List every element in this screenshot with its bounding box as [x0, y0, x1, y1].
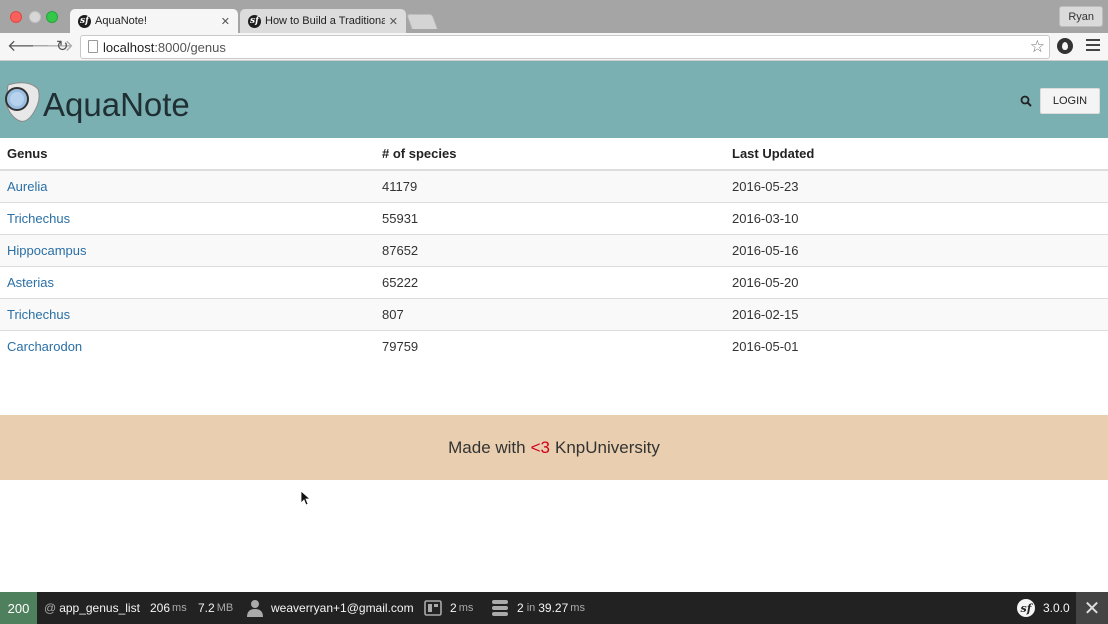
- genus-link[interactable]: Trichechus: [7, 307, 70, 322]
- tab-title: AquaNote!: [95, 15, 147, 27]
- site-header: AquaNote LOGIN: [0, 61, 1108, 138]
- db-unit: ms: [570, 602, 585, 614]
- table-header-row: Genus # of species Last Updated: [0, 138, 1108, 171]
- memory-unit: MB: [216, 602, 234, 614]
- tab-aquanote[interactable]: sf AquaNote! ✕: [70, 9, 238, 33]
- twig-unit: ms: [458, 602, 474, 614]
- species-cell: 65222: [375, 265, 725, 298]
- symfony-logo-icon: sf: [1017, 599, 1035, 617]
- genus-link[interactable]: Aurelia: [7, 179, 47, 194]
- memory-item[interactable]: 7.2 MB: [198, 592, 233, 624]
- bookmark-star-icon[interactable]: ☆: [1030, 37, 1045, 57]
- db-time: 39.27: [538, 601, 569, 615]
- user-item[interactable]: weaverryan+1@gmail.com: [247, 592, 414, 624]
- genus-link[interactable]: Asterias: [7, 275, 54, 290]
- twig-value: 2: [450, 601, 457, 615]
- route-prefix: @: [44, 601, 57, 615]
- extension-icon[interactable]: [1057, 38, 1073, 54]
- table-row: Trichechus 807 2016-02-15: [0, 297, 1108, 330]
- time-value: 206: [150, 601, 171, 615]
- updated-cell: 2016-02-15: [725, 297, 1108, 330]
- species-cell: 807: [375, 297, 725, 330]
- updated-cell: 2016-05-01: [725, 329, 1108, 362]
- tab-how-to-build[interactable]: sf How to Build a Traditional L ✕: [240, 9, 406, 33]
- browser-tab-bar: sf AquaNote! ✕ sf How to Build a Traditi…: [0, 0, 1108, 33]
- species-cell: 87652: [375, 233, 725, 266]
- genus-link[interactable]: Carcharodon: [7, 339, 82, 354]
- footer-heart: <3: [530, 437, 550, 457]
- twig-template-icon: [424, 600, 442, 616]
- reload-icon[interactable]: ↻: [56, 37, 69, 57]
- site-footer: Made with <3 KnpUniversity: [0, 415, 1108, 480]
- table-row: Aurelia 41179 2016-05-23: [0, 169, 1108, 202]
- symfony-favicon-icon: sf: [78, 14, 91, 28]
- address-bar[interactable]: localhost:8000/genus ☆: [80, 35, 1050, 59]
- route-name: app_genus_list: [59, 601, 140, 615]
- debug-toolbar: 200 @ app_genus_list 206 ms 7.2 MB weave…: [0, 592, 1108, 624]
- profile-button[interactable]: Ryan: [1059, 6, 1103, 27]
- table-row: Hippocampus 87652 2016-05-16: [0, 233, 1108, 266]
- column-header-genus: Genus: [0, 138, 375, 171]
- genus-cell: Trichechus: [0, 297, 375, 330]
- browser-toolbar: 🡐 🡒 ↻ localhost:8000/genus ☆: [0, 33, 1108, 61]
- table-row: Carcharodon 79759 2016-05-01: [0, 329, 1108, 362]
- user-email: weaverryan+1@gmail.com: [271, 601, 414, 615]
- symfony-version: 3.0.0: [1043, 601, 1070, 615]
- genus-cell: Carcharodon: [0, 329, 375, 362]
- close-toolbar-button[interactable]: ✕: [1076, 592, 1108, 624]
- species-cell: 79759: [375, 329, 725, 362]
- symfony-favicon-icon: sf: [248, 14, 261, 28]
- close-window-button[interactable]: [10, 11, 22, 23]
- browser-menu-icon[interactable]: [1086, 39, 1100, 53]
- aquanote-logo-icon: [5, 82, 40, 122]
- db-in: in: [526, 602, 536, 614]
- memory-value: 7.2: [198, 601, 215, 615]
- species-cell: 55931: [375, 201, 725, 234]
- db-count: 2: [517, 601, 524, 615]
- url-text[interactable]: localhost:8000/genus: [103, 40, 226, 55]
- status-code-badge[interactable]: 200: [0, 592, 37, 624]
- genus-link[interactable]: Hippocampus: [7, 243, 87, 258]
- search-icon[interactable]: [1020, 95, 1032, 107]
- database-item[interactable]: 2 in 39.27 ms: [491, 592, 585, 624]
- genus-cell: Aurelia: [0, 169, 375, 202]
- footer-company: KnpUniversity: [555, 437, 660, 457]
- time-unit: ms: [172, 602, 187, 614]
- mouse-cursor-icon: [300, 490, 310, 506]
- updated-cell: 2016-05-23: [725, 169, 1108, 202]
- genus-cell: Trichechus: [0, 201, 375, 234]
- twig-item[interactable]: 2 ms: [424, 592, 473, 624]
- new-tab-button[interactable]: [406, 14, 438, 29]
- footer-made-with: Made with: [448, 437, 526, 457]
- column-header-species: # of species: [375, 138, 725, 171]
- tab-close-icon[interactable]: ✕: [389, 15, 398, 28]
- page-icon: [88, 40, 98, 53]
- genus-cell: Hippocampus: [0, 233, 375, 266]
- time-item[interactable]: 206 ms: [150, 592, 187, 624]
- species-cell: 41179: [375, 169, 725, 202]
- login-button[interactable]: LOGIN: [1040, 88, 1100, 114]
- genus-table: Genus # of species Last Updated Aurelia …: [0, 138, 1108, 362]
- tab-close-icon[interactable]: ✕: [221, 15, 230, 28]
- genus-cell: Asterias: [0, 265, 375, 298]
- maximize-window-button[interactable]: [46, 11, 58, 23]
- user-icon: [247, 600, 263, 617]
- brand-title[interactable]: AquaNote: [43, 86, 190, 124]
- route-item[interactable]: @ app_genus_list: [44, 592, 140, 624]
- database-icon: [492, 600, 508, 616]
- table-row: Asterias 65222 2016-05-20: [0, 265, 1108, 298]
- symfony-version-item[interactable]: sf 3.0.0: [1017, 592, 1070, 624]
- updated-cell: 2016-05-20: [725, 265, 1108, 298]
- tab-title: How to Build a Traditional L: [265, 15, 385, 27]
- minimize-window-button[interactable]: [29, 11, 41, 23]
- genus-link[interactable]: Trichechus: [7, 211, 70, 226]
- updated-cell: 2016-03-10: [725, 201, 1108, 234]
- updated-cell: 2016-05-16: [725, 233, 1108, 266]
- column-header-last-updated: Last Updated: [725, 138, 1108, 171]
- table-row: Trichechus 55931 2016-03-10: [0, 201, 1108, 234]
